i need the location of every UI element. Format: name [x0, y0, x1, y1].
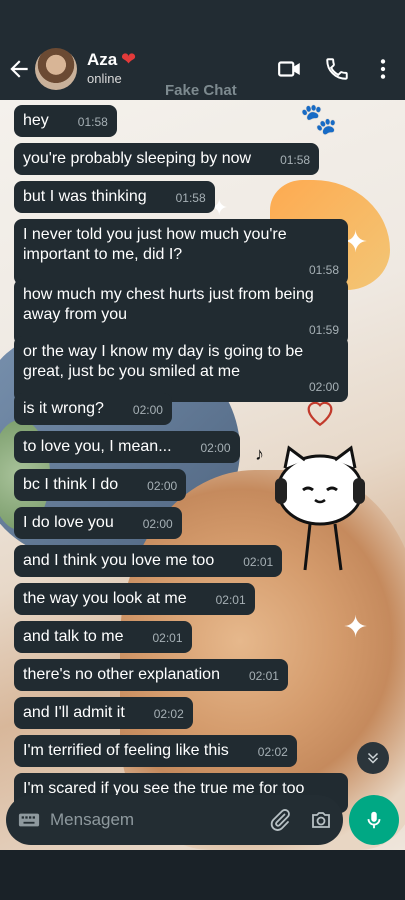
message-bubble[interactable]: and I'll admit it 02:02 [14, 697, 193, 729]
keyboard-icon[interactable] [18, 810, 40, 830]
message-bubble[interactable]: hey 01:58 [14, 105, 117, 137]
paw-print-icon: 🐾 [300, 103, 338, 136]
microphone-icon [367, 811, 381, 829]
message-time: 02:00 [132, 403, 163, 417]
message-text: there's no other explanation [23, 666, 220, 683]
message-bubble[interactable]: but I was thinking 01:58 [14, 181, 215, 213]
message-time: 02:00 [308, 380, 339, 394]
more-options-button[interactable] [370, 56, 396, 82]
phone-icon [326, 58, 348, 80]
message-bubble[interactable]: you're probably sleeping by now 01:58 [14, 143, 320, 175]
arrow-left-icon [10, 60, 28, 78]
message-time: 02:02 [153, 707, 184, 721]
watermark-label: Fake Chat [165, 82, 237, 99]
camera-icon[interactable] [309, 808, 333, 832]
back-button[interactable] [6, 56, 32, 82]
message-text: you're probably sleeping by now [23, 150, 252, 167]
chevron-double-down-icon [367, 752, 379, 764]
message-text: to love you, I mean... [23, 438, 172, 455]
message-time: 02:00 [142, 517, 173, 531]
message-text: or the way I know my day is going to be … [23, 343, 304, 380]
svg-text:♪: ♪ [255, 444, 264, 464]
message-bubble[interactable]: to love you, I mean... 02:00 [14, 431, 240, 463]
message-bubble[interactable]: I'm terrified of feeling like this 02:02 [14, 735, 297, 767]
status-bar [0, 0, 405, 40]
video-call-button[interactable] [277, 56, 303, 82]
message-text: the way you look at me [23, 590, 187, 607]
message-text: I'm terrified of feeling like this [23, 742, 229, 759]
system-nav-bar [0, 850, 405, 900]
message-time: 01:58 [77, 115, 108, 129]
scroll-to-bottom-button[interactable] [357, 742, 389, 774]
message-time: 01:58 [308, 263, 339, 277]
message-text: and I think you love me too [23, 552, 215, 569]
message-composer [6, 795, 343, 845]
avatar[interactable] [35, 48, 77, 90]
message-time: 01:58 [175, 191, 206, 205]
message-bubble[interactable]: bc I think I do 02:00 [14, 469, 187, 501]
message-text: how much my chest hurts just from being … [23, 286, 314, 323]
voice-call-button[interactable] [324, 56, 350, 82]
message-time: 02:01 [215, 593, 246, 607]
message-time: 02:01 [243, 555, 274, 569]
contact-heart-emoji: ❤ [121, 49, 137, 69]
message-text: I never told you just how much you're im… [23, 226, 287, 263]
message-time: 01:58 [280, 153, 311, 167]
contact-status: online [87, 71, 122, 86]
message-bubble[interactable]: and I think you love me too 02:01 [14, 545, 283, 577]
message-time: 02:01 [248, 669, 279, 683]
contact-name[interactable]: Aza [87, 50, 117, 70]
paperclip-icon[interactable] [268, 808, 292, 832]
voice-message-button[interactable] [349, 795, 399, 845]
message-time: 02:00 [147, 479, 178, 493]
chat-area[interactable]: ♪ ✦ ✦ ✦ 🐾 hey 01:58 you're probably slee… [0, 100, 405, 850]
message-bubble[interactable]: I never told you just how much you're im… [14, 219, 348, 285]
video-camera-icon [278, 61, 300, 77]
message-time: 02:02 [257, 745, 288, 759]
message-bubble[interactable]: is it wrong? 02:00 [14, 393, 172, 425]
message-bubble[interactable]: I do love you 02:00 [14, 507, 182, 539]
message-time: 02:00 [200, 441, 231, 455]
message-input[interactable] [50, 806, 250, 834]
more-vertical-icon [380, 59, 386, 79]
sparkle-icon: ✦ [343, 611, 369, 644]
message-time: 02:01 [152, 631, 183, 645]
message-bubble[interactable]: the way you look at me 02:01 [14, 583, 255, 615]
message-bubble[interactable]: and talk to me 02:01 [14, 621, 192, 653]
message-bubble[interactable]: there's no other explanation 02:01 [14, 659, 288, 691]
